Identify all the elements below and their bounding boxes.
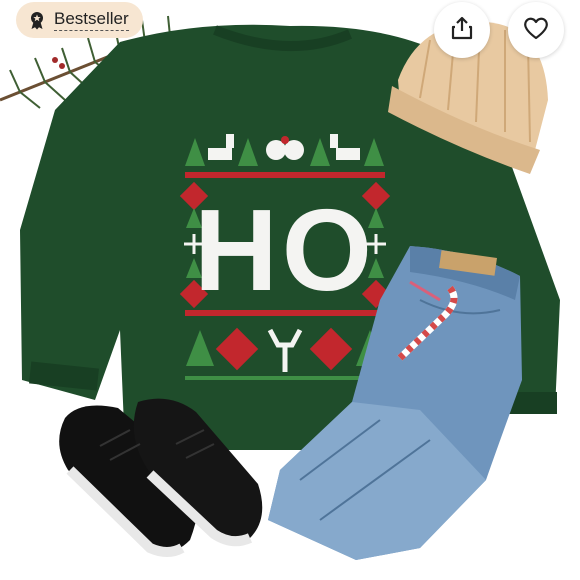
product-photo: HO	[0, 15, 560, 560]
share-icon	[449, 15, 475, 46]
product-image-viewer: HO Bestseller	[0, 0, 580, 580]
sweater-knit-text: HO	[194, 185, 376, 315]
award-ribbon-icon	[26, 9, 48, 31]
favorite-button[interactable]	[508, 2, 564, 58]
bestseller-label: Bestseller	[54, 9, 129, 31]
bestseller-badge: Bestseller	[16, 2, 143, 38]
heart-icon	[522, 15, 550, 46]
share-button[interactable]	[434, 2, 490, 58]
